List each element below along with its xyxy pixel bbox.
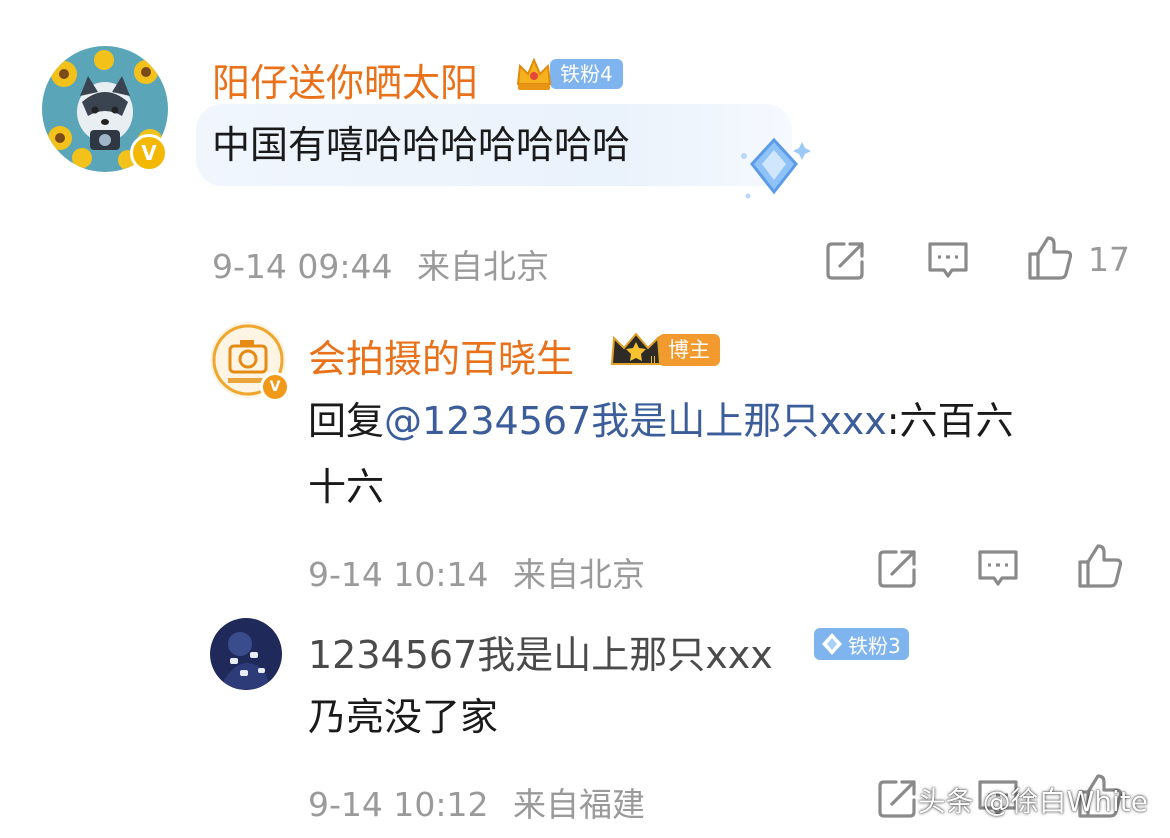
reply-text-line2: 十六 [308,465,385,509]
blogger-badge-label: 博主 [658,334,720,366]
share-icon[interactable] [824,238,868,282]
reply-text-line1: :六百六 [886,399,1014,443]
reply-time: 9-14 10:14 [308,555,489,594]
reply-location: 来自北京 [513,555,645,594]
fan-badge-label: 铁粉4 [550,59,623,89]
verified-v-icon: V [130,134,168,172]
thumbs-up-icon[interactable] [1026,234,1074,282]
dark-pattern-avatar-image [210,618,282,690]
diamond-decoration-icon [741,137,811,199]
comment-icon[interactable] [976,546,1020,590]
watermark: 头条 @徐白White [917,785,1148,818]
mention-link[interactable]: @1234567我是山上那只xxx [384,399,887,443]
user-avatar[interactable]: V [210,322,290,402]
comment-location: 来自北京 [417,247,549,286]
reply-username[interactable]: 1234567我是山上那只xxx [308,624,773,679]
comment-username[interactable]: 阳仔送你晒太阳 [212,52,478,107]
comment-text: 中国有嘻哈哈哈哈哈哈哈 [212,123,631,167]
fan-level-badge: 铁粉4 [514,57,623,90]
fan-badge-label: 铁粉3 [848,633,901,658]
comment-meta: 9-14 09:44 来自北京 [212,240,549,288]
star-crown-icon: II [610,332,662,366]
svg-text:II: II [650,355,656,366]
user-avatar[interactable] [210,618,282,690]
reply-time: 9-14 10:12 [308,785,489,824]
reply-location: 来自福建 [513,785,645,824]
share-icon[interactable] [876,546,920,590]
comment-time: 9-14 09:44 [212,247,393,286]
verified-v-icon: V [260,372,290,402]
reply-text: 乃亮没了家 [308,695,499,739]
reply-text: 回复@1234567我是山上那只xxx:六百六 十六 [308,388,1148,520]
reply-meta: 9-14 10:12 来自福建 [308,778,645,826]
share-icon[interactable] [876,776,920,820]
fan-level-badge: 铁粉3 [814,628,909,660]
thumbs-up-icon[interactable] [1076,542,1124,590]
like-count: 17 [1088,240,1130,279]
crown-icon [516,57,552,90]
user-avatar[interactable]: V [42,46,168,172]
diamond-icon [822,633,842,655]
blogger-badge: II 博主 [608,332,720,366]
reply-prefix: 回复 [308,399,385,443]
reply-username[interactable]: 会拍摄的百晓生 [308,328,574,383]
comment-icon[interactable] [926,238,970,282]
reply-meta: 9-14 10:14 来自北京 [308,548,645,596]
